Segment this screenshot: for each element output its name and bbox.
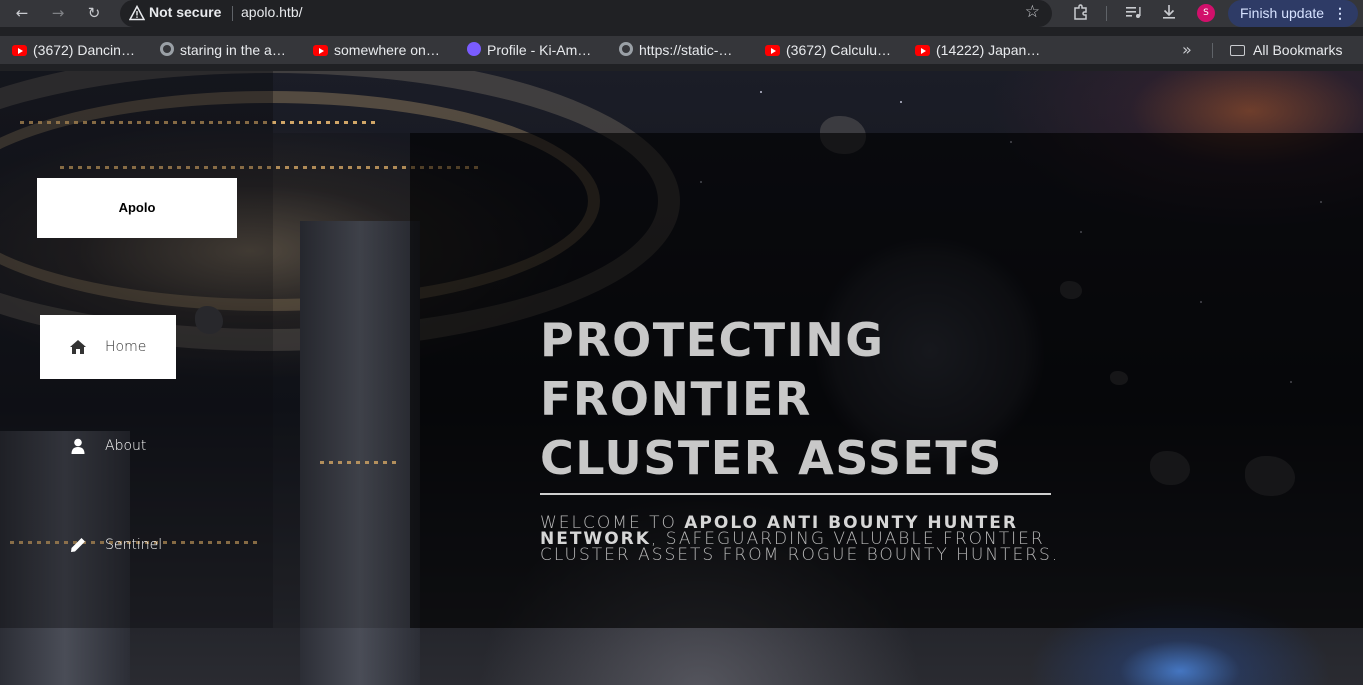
youtube-icon	[765, 45, 780, 56]
media-queue-icon[interactable]	[1123, 3, 1143, 23]
security-status[interactable]: Not secure	[149, 4, 221, 20]
bookmark-item[interactable]: somewhere on…	[313, 40, 440, 60]
bookmark-item[interactable]: staring in the a…	[160, 40, 286, 60]
finish-update-label: Finish update	[1240, 5, 1325, 21]
address-bar[interactable]: Not secure apolo.htb/ ☆	[120, 0, 1052, 27]
nav-item-about[interactable]: About	[40, 414, 176, 478]
nav-item-home[interactable]: Home	[40, 315, 176, 379]
back-icon[interactable]: ←	[10, 2, 34, 24]
bookmark-item[interactable]: (14222) Japan…	[915, 40, 1040, 60]
page-viewport: Apolo Home About Sentinel PROTECTING FRO…	[0, 71, 1363, 685]
hero-divider	[540, 493, 1051, 495]
ki-icon	[467, 42, 481, 56]
url-text[interactable]: apolo.htb/	[241, 4, 303, 20]
hero-title: PROTECTING FRONTIER CLUSTER ASSETS	[540, 313, 1003, 485]
hero-subtitle: WELCOME TO APOLO ANTI BOUNTY HUNTER NETW…	[540, 515, 1060, 564]
warning-icon	[129, 5, 145, 21]
divider	[232, 6, 233, 21]
bookmark-item[interactable]: (3672) Dancin…	[12, 40, 135, 60]
divider	[1212, 43, 1213, 58]
globe-icon	[619, 42, 633, 56]
more-bookmarks-chevron-icon[interactable]: »	[1182, 40, 1192, 59]
download-icon[interactable]	[1159, 3, 1179, 23]
youtube-icon	[915, 45, 930, 56]
bookmark-label: Profile - Ki-Am…	[487, 42, 592, 58]
profile-avatar[interactable]: S	[1197, 4, 1215, 22]
bookmark-label: https://static-…	[639, 42, 733, 58]
home-icon	[70, 340, 86, 354]
sidebar-overlay-secondary	[273, 133, 410, 628]
reload-icon[interactable]: ↻	[82, 2, 106, 24]
extensions-icon[interactable]	[1071, 3, 1091, 23]
bookmark-item[interactable]: Profile - Ki-Am…	[467, 40, 591, 60]
all-bookmarks-label: All Bookmarks	[1253, 42, 1343, 58]
bookmarks-bar: (3672) Dancin… staring in the a… somewhe…	[0, 36, 1363, 64]
divider	[1106, 6, 1107, 21]
finish-update-button[interactable]: Finish update ⋮	[1228, 0, 1358, 27]
bookmark-item[interactable]: (3672) Calculu…	[765, 40, 891, 60]
bookmark-label: (14222) Japan…	[936, 42, 1041, 58]
site-logo[interactable]: Apolo	[37, 178, 237, 238]
bookmark-label: staring in the a…	[180, 42, 286, 58]
nav-item-sentinel[interactable]: Sentinel	[40, 513, 176, 577]
bookmark-item[interactable]: https://static-…	[619, 40, 732, 60]
bookmark-star-icon[interactable]: ☆	[1025, 2, 1040, 22]
menu-kebab-icon[interactable]: ⋮	[1333, 0, 1347, 27]
folder-icon	[1230, 45, 1245, 56]
star	[760, 91, 762, 93]
youtube-icon	[12, 45, 27, 56]
all-bookmarks-button[interactable]: All Bookmarks	[1230, 40, 1342, 60]
bookmark-label: (3672) Calculu…	[786, 42, 892, 58]
bookmark-label: somewhere on…	[334, 42, 440, 58]
nav-item-label: Home	[105, 339, 147, 355]
star	[900, 101, 902, 103]
nav-item-label: About	[105, 438, 147, 454]
bookmark-label: (3672) Dancin…	[33, 42, 135, 58]
forward-icon[interactable]: →	[46, 2, 70, 24]
pencil-icon	[71, 538, 85, 552]
user-icon	[71, 438, 85, 454]
browser-toolbar: ← → ↻ Not secure apolo.htb/ ☆ S Finish u…	[0, 0, 1363, 27]
globe-icon	[160, 42, 174, 56]
youtube-icon	[313, 45, 328, 56]
nav-item-label: Sentinel	[105, 537, 163, 553]
